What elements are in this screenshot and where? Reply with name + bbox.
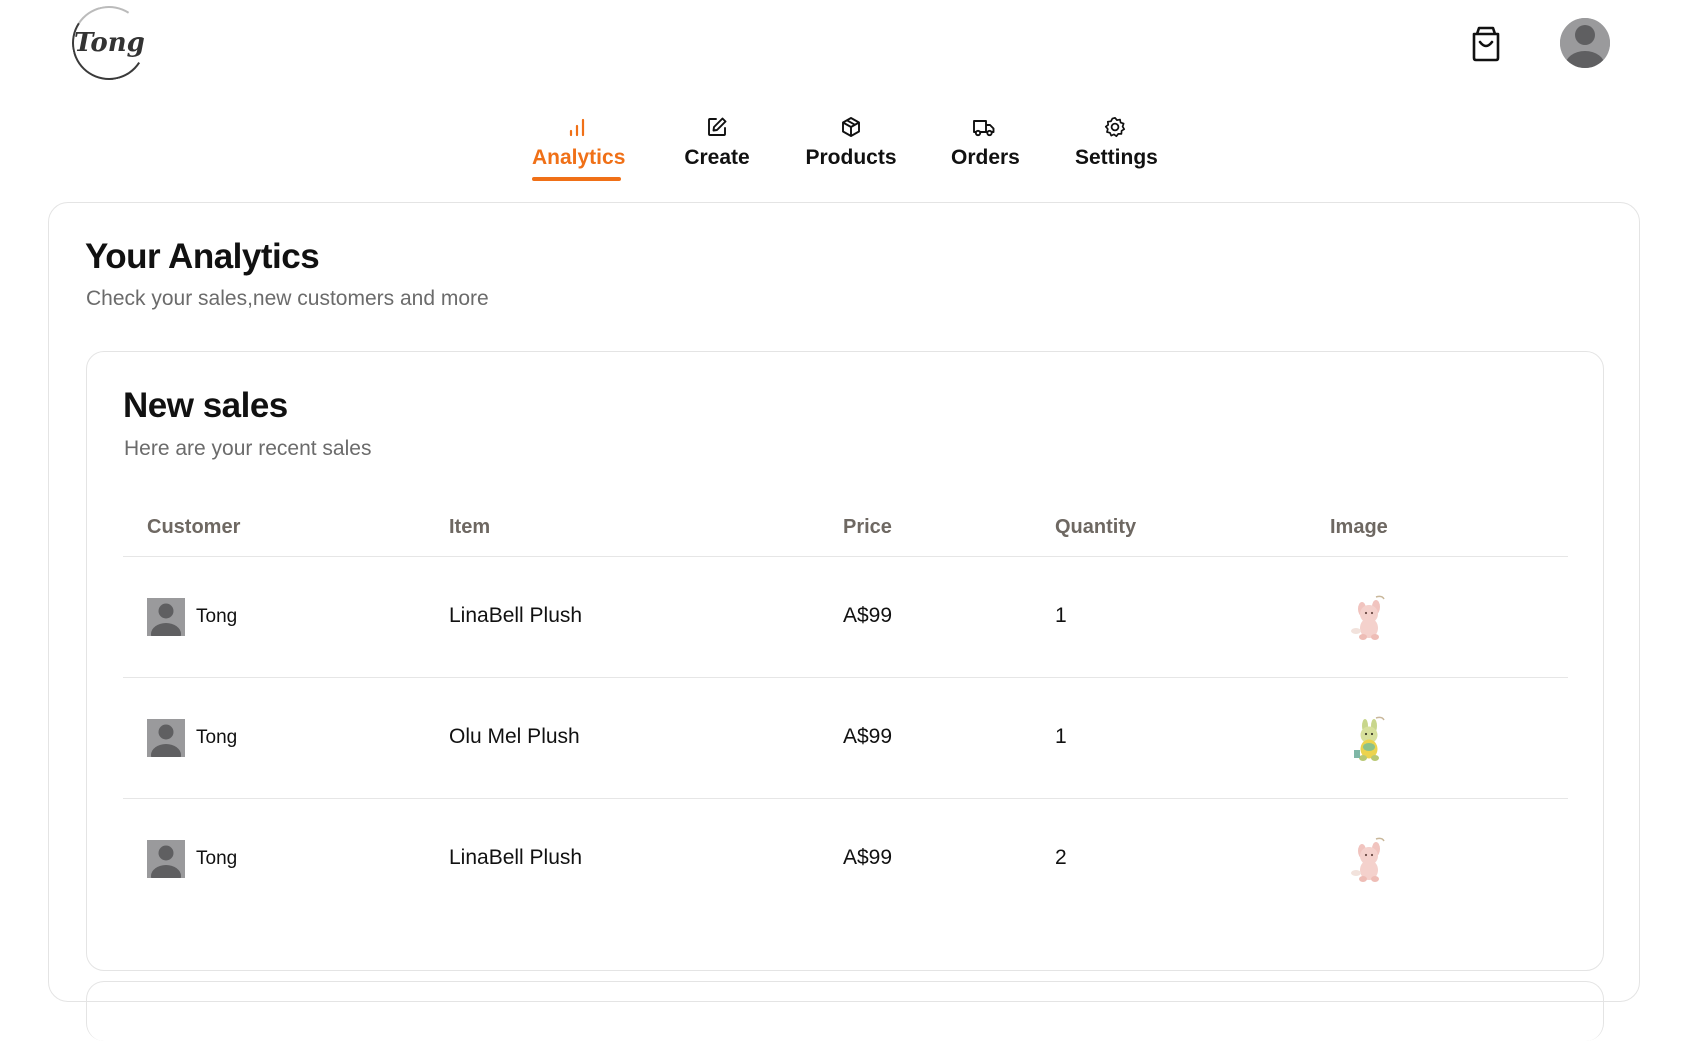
table-row[interactable]: Tong Olu Mel Plush A$99 1 [123, 678, 1568, 799]
customer-cell: Tong [147, 840, 237, 878]
column-header-customer: Customer [147, 516, 241, 538]
table-header: Customer Item Price Quantity Image [123, 502, 1568, 557]
main-nav: Analytics Create Products Orders Setting… [0, 112, 1684, 187]
column-header-price: Price [843, 516, 892, 538]
tab-settings-label: Settings [1075, 146, 1158, 169]
top-header: Tong [0, 0, 1684, 105]
customer-cell: Tong [147, 719, 237, 757]
package-icon [804, 116, 898, 146]
table-row[interactable]: Tong LinaBell Plush A$99 2 [123, 799, 1568, 920]
customer-avatar-icon [147, 719, 185, 757]
tab-orders[interactable]: Orders [951, 112, 1020, 184]
customer-avatar-icon [147, 840, 185, 878]
bar-chart-icon [532, 116, 621, 146]
item-price: A$99 [843, 604, 893, 627]
item-quantity: 1 [1055, 604, 1067, 627]
customer-name: Tong [196, 606, 238, 627]
tab-create-label: Create [684, 146, 750, 169]
tab-products-label: Products [805, 146, 897, 169]
page-subtitle: Check your sales,new customers and more [86, 287, 489, 310]
tab-analytics[interactable]: Analytics [532, 112, 626, 184]
next-section-card [86, 981, 1604, 1041]
page-title: Your Analytics [85, 237, 320, 276]
active-tab-indicator [532, 177, 621, 181]
new-sales-subtitle: Here are your recent sales [124, 437, 372, 460]
linabell-plush-thumbnail [1351, 595, 1385, 640]
tab-analytics-label: Analytics [532, 146, 626, 169]
brand-logo-text: Tong [73, 27, 145, 58]
customer-cell: Tong [147, 598, 237, 636]
user-avatar-icon [1560, 18, 1610, 68]
item-price: A$99 [843, 846, 893, 869]
sales-table: Customer Item Price Quantity Image Tong … [123, 502, 1568, 920]
customer-name: Tong [196, 848, 238, 869]
user-avatar-button[interactable] [1560, 18, 1610, 68]
new-sales-title: New sales [123, 386, 288, 425]
cart-button[interactable] [1468, 23, 1504, 63]
item-name: LinaBell Plush [449, 846, 583, 869]
analytics-panel: Your Analytics Check your sales,new cust… [48, 202, 1640, 1041]
linabell-plush-thumbnail [1351, 837, 1385, 882]
olu-mel-plush-thumbnail [1354, 716, 1385, 761]
item-name: LinaBell Plush [449, 604, 583, 627]
customer-avatar-icon [147, 598, 185, 636]
customer-name: Tong [196, 727, 238, 748]
tab-products[interactable]: Products [804, 112, 898, 184]
item-price: A$99 [843, 725, 893, 748]
column-header-image: Image [1330, 516, 1388, 538]
edit-icon [678, 116, 756, 146]
item-name: Olu Mel Plush [449, 725, 580, 748]
brand-logo[interactable]: Tong [65, 0, 153, 87]
item-quantity: 2 [1055, 846, 1067, 869]
tab-create[interactable]: Create [678, 112, 756, 184]
truck-icon [951, 116, 1017, 146]
gear-icon [1075, 116, 1155, 146]
table-row[interactable]: Tong LinaBell Plush A$99 1 [123, 557, 1568, 678]
item-quantity: 1 [1055, 725, 1067, 748]
column-header-item: Item [449, 516, 491, 538]
shopping-bag-icon [1472, 26, 1500, 62]
tab-orders-label: Orders [951, 146, 1020, 169]
tab-settings[interactable]: Settings [1075, 112, 1158, 184]
column-header-quantity: Quantity [1055, 516, 1137, 538]
new-sales-card: New sales Here are your recent sales Cus… [86, 351, 1604, 971]
